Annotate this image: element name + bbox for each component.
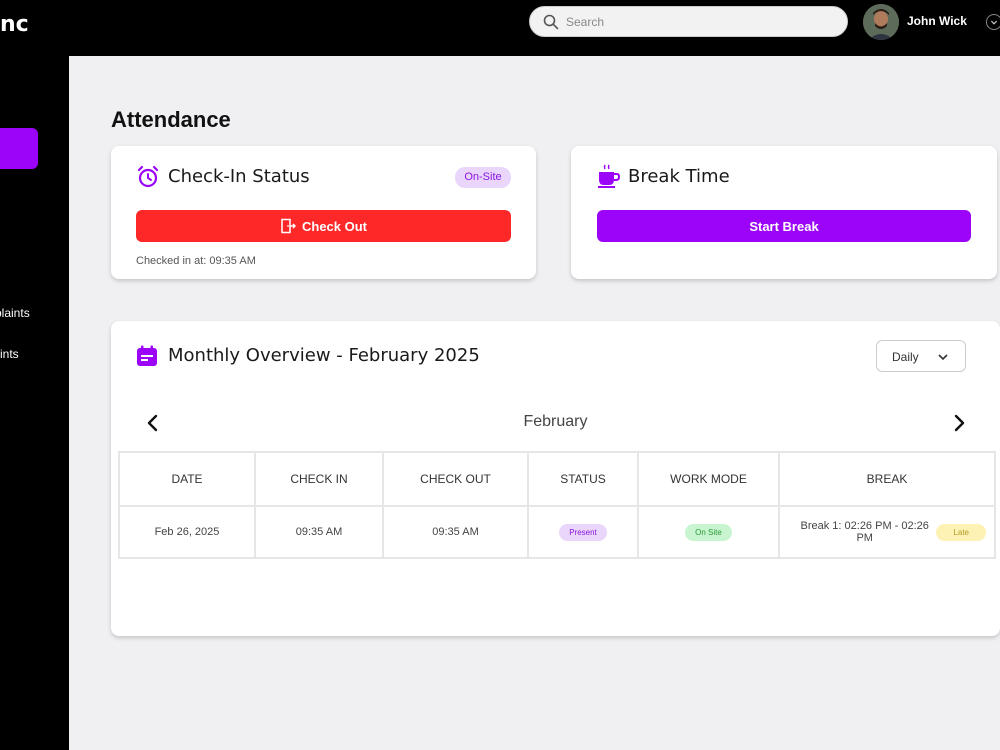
search-icon <box>543 14 559 30</box>
status-cell: Present <box>527 505 639 559</box>
alarm-clock-icon <box>137 165 159 188</box>
view-mode-value: Daily <box>892 350 919 364</box>
chevron-down-icon[interactable] <box>986 14 1000 30</box>
search-input[interactable] <box>566 7 836 36</box>
late-badge: Late <box>936 523 986 541</box>
check-in-card: Check-In Status On-Site Check Out Checke… <box>111 146 536 279</box>
sidebar-item-complaints-2[interactable]: ints <box>0 347 19 361</box>
chevron-right-icon[interactable] <box>950 413 968 433</box>
status-badge: On-Site <box>455 167 511 188</box>
break-time-text: Break 1: 02:26 PM - 02:26 PM <box>800 520 929 544</box>
date-cell: Feb 26, 2025 <box>118 505 256 559</box>
search-box[interactable] <box>529 6 848 37</box>
top-bar: nc John Wick <box>0 0 1000 56</box>
monthly-overview-card: Monthly Overview - February 2025 Daily F… <box>111 321 1000 636</box>
door-exit-icon <box>281 218 296 234</box>
column-header: DATE <box>118 451 256 507</box>
check-out-cell: 09:35 AM <box>382 505 529 559</box>
check-out-label: Check Out <box>301 218 367 234</box>
break-title: Break Time <box>628 166 730 187</box>
avatar[interactable] <box>863 4 899 40</box>
column-header: BREAK <box>778 451 996 507</box>
column-header: WORK MODE <box>637 451 780 507</box>
checked-in-time: Checked in at: 09:35 AM <box>136 255 256 267</box>
current-month: February <box>523 413 588 430</box>
table-row: Feb 26, 2025 09:35 AM 09:35 AM Present O… <box>118 505 996 559</box>
sidebar-item-complaints[interactable]: plaints <box>0 306 30 320</box>
check-in-cell: 09:35 AM <box>254 505 384 559</box>
coffee-cup-icon <box>598 164 621 188</box>
attendance-table: DATE CHECK IN CHECK OUT STATUS WORK MODE… <box>118 451 996 559</box>
chevron-down-icon <box>938 354 948 361</box>
start-break-button[interactable]: Start Break <box>597 210 971 242</box>
start-break-label: Start Break <box>749 218 819 234</box>
status-badge: Present <box>559 523 607 541</box>
column-header: STATUS <box>527 451 639 507</box>
check-out-button[interactable]: Check Out <box>136 210 511 242</box>
view-mode-select[interactable]: Daily <box>876 340 966 372</box>
sidebar: plaints ints <box>0 56 69 750</box>
page-title: Attendance <box>111 107 231 132</box>
overview-title: Monthly Overview - February 2025 <box>168 345 480 366</box>
work-mode-cell: On Site <box>637 505 780 559</box>
sidebar-item-active[interactable] <box>0 128 38 169</box>
work-mode-badge: On Site <box>685 523 732 541</box>
user-name[interactable]: John Wick <box>907 14 967 28</box>
check-in-title: Check-In Status <box>168 166 310 187</box>
column-header: CHECK OUT <box>382 451 529 507</box>
break-cell: Break 1: 02:26 PM - 02:26 PM Late <box>778 505 996 559</box>
break-card: Break Time Start Break <box>571 146 997 279</box>
column-header: CHECK IN <box>254 451 384 507</box>
avatar-image <box>863 4 899 40</box>
table-header-row: DATE CHECK IN CHECK OUT STATUS WORK MODE… <box>118 451 996 507</box>
brand-logo-text: nc <box>0 12 29 37</box>
calendar-icon <box>137 345 157 366</box>
